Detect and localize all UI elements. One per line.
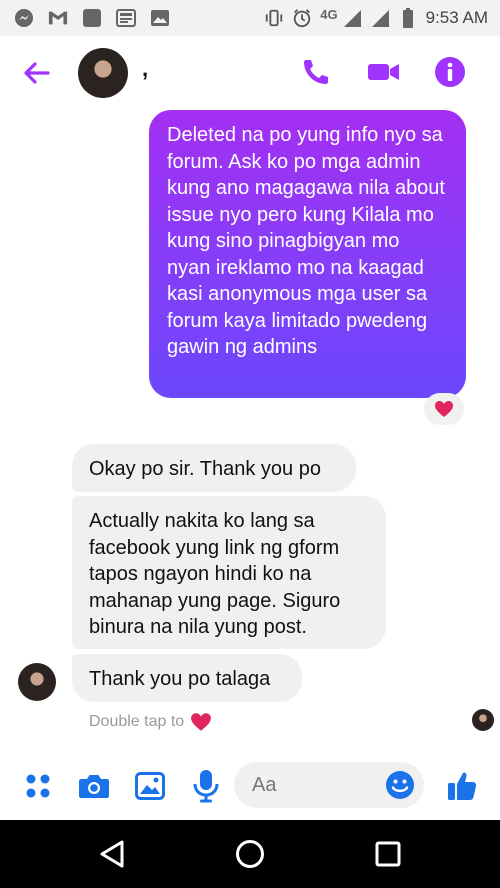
home-circle-icon xyxy=(236,840,264,868)
back-button[interactable] xyxy=(20,56,54,90)
battery-icon xyxy=(398,8,418,28)
video-call-button[interactable] xyxy=(366,56,402,88)
voice-call-button[interactable] xyxy=(300,56,332,88)
sent-message-bubble[interactable]: Deleted na po yung info nyo sa forum. As… xyxy=(149,110,466,398)
emoji-button[interactable] xyxy=(384,769,416,801)
conversation-header: , xyxy=(0,36,500,111)
emoji-icon xyxy=(386,771,414,799)
more-actions-button[interactable] xyxy=(22,770,54,802)
info-icon xyxy=(435,57,465,87)
contact-avatar[interactable] xyxy=(78,48,128,98)
gmail-icon xyxy=(48,8,68,28)
phone-icon xyxy=(304,60,328,84)
thumbs-up-icon xyxy=(448,772,477,800)
received-message-bubble[interactable]: Actually nakita ko lang sa facebook yung… xyxy=(72,496,386,649)
contact-name[interactable]: , xyxy=(142,56,148,82)
double-tap-label: Double tap to xyxy=(89,713,185,730)
signal-icon xyxy=(370,8,390,28)
nav-recents-button[interactable] xyxy=(370,836,406,872)
message-reaction[interactable] xyxy=(424,393,464,425)
signal-icon xyxy=(342,8,362,28)
gallery-icon xyxy=(150,8,170,28)
alarm-icon xyxy=(292,8,312,28)
double-tap-hint: Double tap to xyxy=(89,712,212,732)
gallery-button[interactable] xyxy=(134,770,166,802)
message-composer xyxy=(0,750,500,820)
send-like-button[interactable] xyxy=(446,770,478,802)
clock-time: 9:53 AM xyxy=(425,8,488,27)
heart-icon xyxy=(435,401,453,417)
image-icon xyxy=(135,772,165,800)
nav-back-button[interactable] xyxy=(94,836,130,872)
recents-square-icon xyxy=(375,841,401,867)
seen-indicator-avatar xyxy=(472,709,494,731)
square-app-icon xyxy=(82,8,102,28)
network-type-label: 4G xyxy=(320,6,338,22)
heart-icon xyxy=(191,713,212,731)
system-navigation-bar xyxy=(0,820,500,888)
vibrate-icon xyxy=(264,8,284,28)
conversation-info-button[interactable] xyxy=(434,56,466,88)
status-bar: 4G 9:53 AM xyxy=(0,0,500,36)
message-thread[interactable]: Deleted na po yung info nyo sa forum. As… xyxy=(0,110,500,750)
nav-home-button[interactable] xyxy=(232,836,268,872)
back-arrow-icon xyxy=(24,62,50,84)
received-message-bubble[interactable]: Thank you po talaga xyxy=(72,654,302,702)
camera-button[interactable] xyxy=(78,770,110,802)
news-icon xyxy=(116,8,136,28)
received-message-bubble[interactable]: Okay po sir. Thank you po xyxy=(72,444,356,492)
microphone-icon xyxy=(193,770,219,803)
messenger-icon xyxy=(14,8,34,28)
back-triangle-icon xyxy=(100,840,124,868)
menu-dots-icon xyxy=(26,774,50,798)
camera-icon xyxy=(79,775,109,798)
video-icon xyxy=(368,64,399,80)
voice-record-button[interactable] xyxy=(190,770,222,803)
sender-avatar[interactable] xyxy=(18,663,56,701)
